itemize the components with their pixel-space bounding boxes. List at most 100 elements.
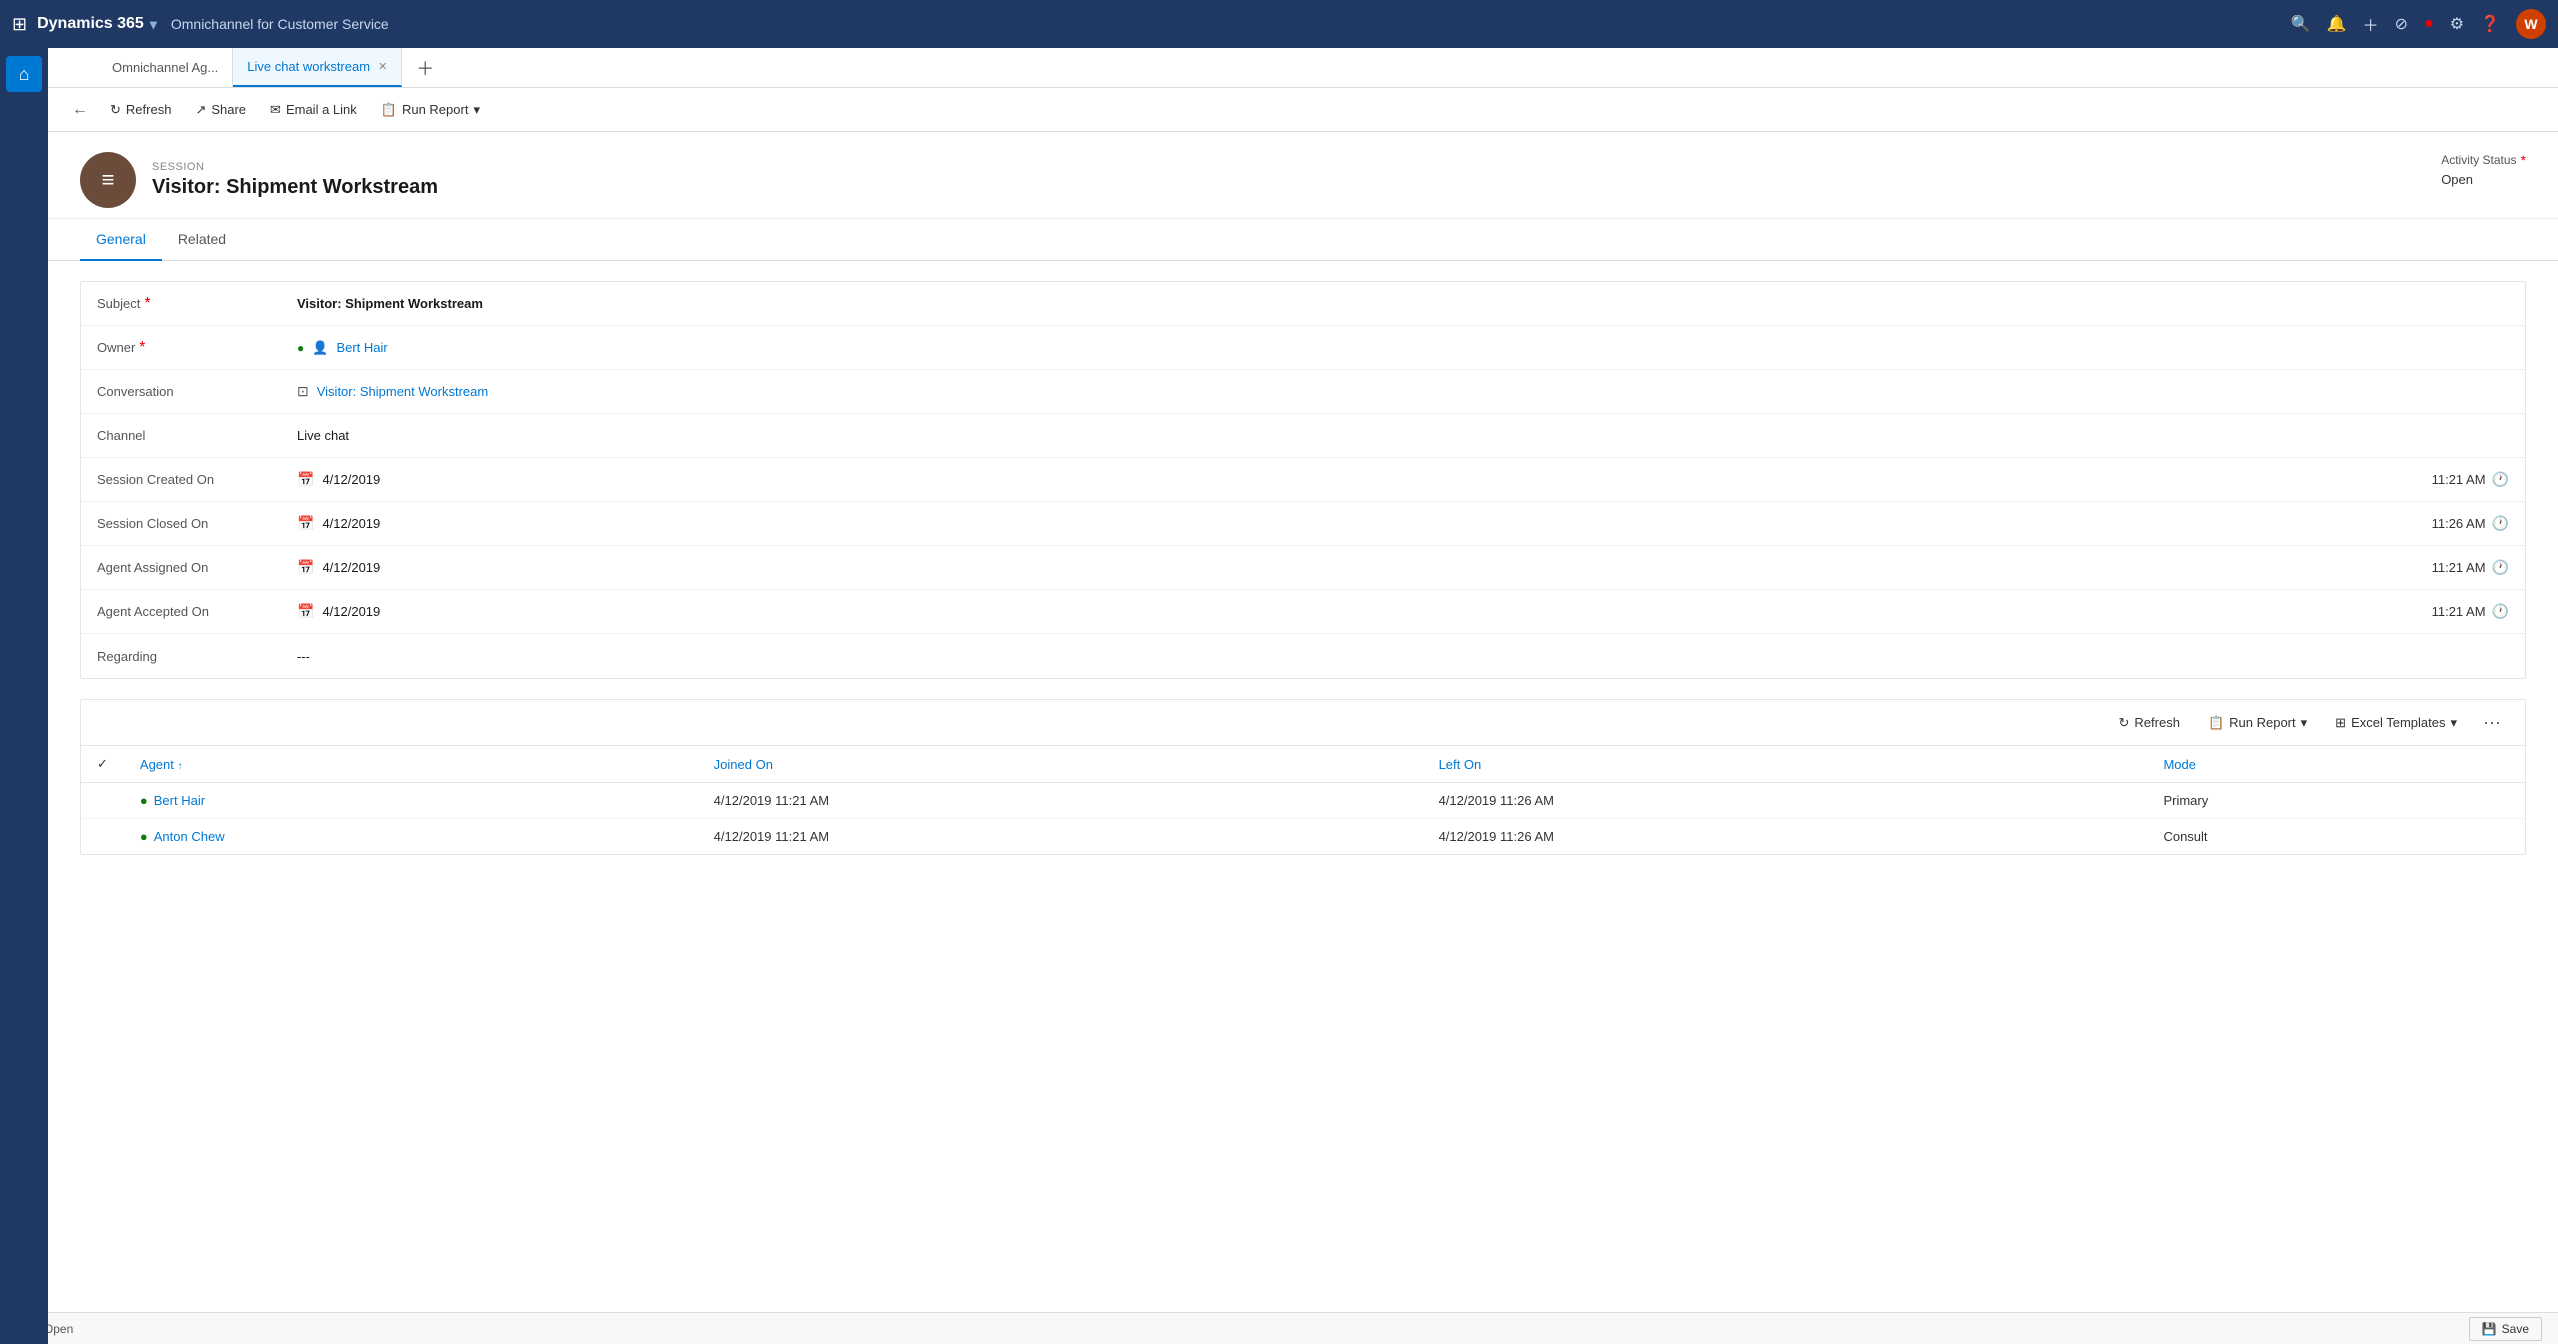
agent-accepted-label-text: Agent Accepted On: [97, 604, 209, 619]
tab-live-chat[interactable]: Live chat workstream ✕: [233, 48, 402, 87]
sub-refresh-button[interactable]: ↻ Refresh: [2109, 711, 2190, 735]
row1-check[interactable]: [81, 783, 124, 819]
session-icon-symbol: ≡: [102, 167, 115, 193]
row2-agent-text: Anton Chew: [154, 829, 225, 844]
search-nav-icon[interactable]: 🔍: [2291, 14, 2311, 34]
session-closed-value[interactable]: 📅 4/12/2019 11:26 AM 🕐: [281, 505, 2525, 542]
session-created-label: Session Created On: [81, 462, 281, 497]
subject-value-text: Visitor: Shipment Workstream: [297, 296, 483, 311]
refresh-icon: ↻: [110, 102, 121, 118]
tab-close-icon[interactable]: ✕: [378, 60, 387, 73]
activity-status-value: Open: [2441, 172, 2526, 187]
refresh-button[interactable]: ↻ Refresh: [100, 97, 181, 123]
session-created-label-text: Session Created On: [97, 472, 214, 487]
excel-templates-button[interactable]: ⊞ Excel Templates ▾: [2325, 711, 2467, 735]
sidebar-home-icon[interactable]: ⌂: [6, 56, 42, 92]
session-left: ≡ SESSION Visitor: Shipment Workstream: [80, 152, 438, 208]
regarding-value[interactable]: ---: [281, 639, 2525, 674]
col-left-on[interactable]: Left On: [1423, 746, 2148, 783]
channel-value: Live chat: [281, 418, 2525, 453]
notification-icon[interactable]: 🔔: [2327, 14, 2347, 34]
agent-accepted-value[interactable]: 📅 4/12/2019 11:21 AM 🕐: [281, 593, 2525, 630]
row1-agent-name[interactable]: ● Bert Hair: [140, 793, 682, 808]
form-row-owner: Owner * ● 👤 Bert Hair: [81, 326, 2525, 370]
form-body: Subject * Visitor: Shipment Workstream O…: [48, 281, 2558, 855]
sub-refresh-label: Refresh: [2134, 715, 2180, 730]
email-link-button[interactable]: ✉ Email a Link: [260, 97, 367, 123]
form-row-channel: Channel Live chat: [81, 414, 2525, 458]
app-title: Dynamics 365 ▾: [37, 15, 157, 33]
add-nav-icon[interactable]: ＋: [2363, 12, 2379, 36]
row2-agent-name[interactable]: ● Anton Chew: [140, 829, 682, 844]
save-button[interactable]: 💾 Save: [2469, 1317, 2542, 1341]
agent-accepted-time: 11:21 AM 🕐: [2432, 603, 2509, 620]
regarding-label-text: Regarding: [97, 649, 157, 664]
col-mode-label: Mode: [2163, 757, 2196, 772]
row1-mode-text: Primary: [2163, 793, 2208, 808]
filter-nav-icon[interactable]: ⊘: [2395, 14, 2408, 34]
col-agent[interactable]: Agent ↑: [124, 746, 698, 783]
col-mode[interactable]: Mode: [2147, 746, 2525, 783]
agent-accepted-clock-icon: 🕐: [2492, 603, 2509, 620]
app-title-text: Dynamics 365: [37, 15, 144, 33]
session-created-date: 4/12/2019: [322, 472, 380, 487]
session-created-clock-icon: 🕐: [2492, 471, 2509, 488]
session-closed-clock-icon: 🕐: [2492, 515, 2509, 532]
grid-icon[interactable]: ⊞: [12, 14, 27, 35]
col-joined-on[interactable]: Joined On: [698, 746, 1423, 783]
form-row-agent-accepted: Agent Accepted On 📅 4/12/2019 11:21 AM 🕐: [81, 590, 2525, 634]
col-agent-sort-icon: ↑: [178, 761, 183, 772]
session-closed-time: 11:26 AM 🕐: [2432, 515, 2509, 532]
tab-general[interactable]: General: [80, 219, 162, 261]
tab-add-button[interactable]: ＋: [402, 48, 448, 87]
sub-run-report-button[interactable]: 📋 Run Report ▾: [2198, 711, 2317, 735]
session-created-value[interactable]: 📅 4/12/2019 11:21 AM 🕐: [281, 461, 2525, 498]
email-icon: ✉: [270, 102, 281, 118]
owner-status-dot: ●: [297, 341, 304, 355]
session-closed-time-text: 11:26 AM: [2432, 516, 2486, 531]
agent-accepted-date: 4/12/2019: [322, 604, 380, 619]
save-label: Save: [2502, 1322, 2529, 1336]
settings-nav-icon[interactable]: ⚙: [2450, 14, 2464, 34]
run-report-button[interactable]: 📋 Run Report ▾: [371, 97, 490, 123]
agent-accepted-label: Agent Accepted On: [81, 594, 281, 629]
owner-label: Owner *: [81, 329, 281, 367]
subject-value[interactable]: Visitor: Shipment Workstream: [281, 286, 2525, 321]
session-closed-label-text: Session Closed On: [97, 516, 208, 531]
session-created-cal-icon: 📅: [297, 471, 314, 488]
sub-table-toolbar: ↻ Refresh 📋 Run Report ▾ ⊞ Excel Templat…: [81, 700, 2525, 746]
share-button[interactable]: ↗ Share: [185, 97, 256, 123]
session-created-date-row: 📅 4/12/2019: [297, 471, 380, 488]
agent-assigned-date: 4/12/2019: [322, 560, 380, 575]
form-row-agent-assigned: Agent Assigned On 📅 4/12/2019 11:21 AM 🕐: [81, 546, 2525, 590]
owner-label-text: Owner: [97, 340, 135, 355]
conversation-value-text: Visitor: Shipment Workstream: [317, 384, 488, 399]
back-button[interactable]: ←: [64, 96, 96, 124]
row1-left-text: 4/12/2019 11:26 AM: [1439, 793, 1554, 808]
content-wrapper: Omnichannel Ag... Live chat workstream ✕…: [48, 48, 2558, 1344]
help-nav-icon[interactable]: ❓: [2480, 14, 2500, 34]
row2-agent[interactable]: ● Anton Chew: [124, 819, 698, 855]
channel-label: Channel: [81, 418, 281, 453]
session-closed-cal-icon: 📅: [297, 515, 314, 532]
tab-omnichannel[interactable]: Omnichannel Ag...: [98, 48, 233, 87]
tab-related[interactable]: Related: [162, 219, 242, 261]
conversation-value[interactable]: ⊡ Visitor: Shipment Workstream: [281, 373, 2525, 410]
row1-agent[interactable]: ● Bert Hair: [124, 783, 698, 819]
row2-status-dot: ●: [140, 829, 148, 844]
agent-assigned-value[interactable]: 📅 4/12/2019 11:21 AM 🕐: [281, 549, 2525, 586]
user-avatar[interactable]: W: [2516, 9, 2546, 39]
record-nav-icon[interactable]: ●: [2424, 15, 2434, 33]
form-tabs: General Related: [48, 219, 2558, 261]
app-subtitle: Omnichannel for Customer Service: [171, 16, 389, 32]
col-check[interactable]: ✓: [81, 746, 124, 783]
session-created-time: 11:21 AM 🕐: [2432, 471, 2509, 488]
agent-assigned-label-text: Agent Assigned On: [97, 560, 208, 575]
row1-status-dot: ●: [140, 793, 148, 808]
session-header: ≡ SESSION Visitor: Shipment Workstream A…: [48, 132, 2558, 219]
top-nav-right: 🔍 🔔 ＋ ⊘ ● ⚙ ❓ W: [2291, 9, 2546, 39]
run-report-label: Run Report: [402, 102, 468, 117]
owner-value[interactable]: ● 👤 Bert Hair: [281, 330, 2525, 366]
row2-check[interactable]: [81, 819, 124, 855]
more-options-icon[interactable]: ···: [2475, 708, 2509, 737]
